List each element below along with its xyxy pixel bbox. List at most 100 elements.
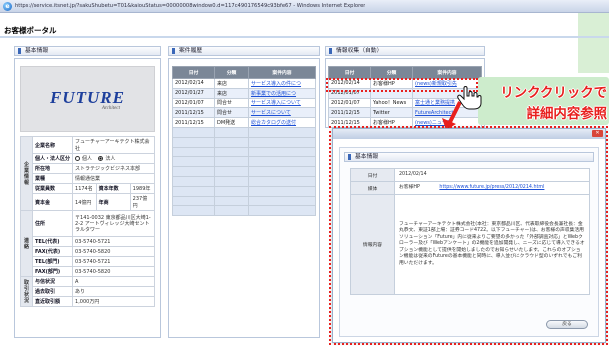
- row-type: 来店: [214, 87, 249, 99]
- company-logo: FUTURE Architect: [20, 66, 155, 132]
- table-row: 資本金 14億円 年商 237億円: [21, 193, 156, 211]
- case-history-header: 案件履歴: [168, 46, 320, 56]
- table-row: 従業員数 1174名 資本年数 1989年: [21, 183, 156, 194]
- row-date: 2011/12/15: [328, 107, 371, 119]
- table-row-empty: [172, 126, 316, 138]
- field-label: 住所: [31, 210, 74, 237]
- entity-type-radios: 個人 法人: [72, 153, 155, 164]
- field-value: 03-5740-5820: [72, 266, 155, 277]
- row-content-link[interactable]: サービスについて: [248, 107, 316, 119]
- title-divider: [0, 36, 609, 38]
- field-value: 情報通信業: [72, 173, 155, 184]
- field-label: TEL(部門): [31, 256, 74, 267]
- column-header: 日付: [172, 66, 215, 79]
- window-title: https://service.itsnet.jp/?sakuShubetu=T…: [15, 3, 366, 9]
- table-row-empty: [172, 195, 316, 207]
- field-label: 資本金: [31, 193, 74, 211]
- category-trade: 取引状況: [20, 276, 33, 307]
- field-label: 業種: [31, 173, 74, 184]
- case-history-table: 日付 分類 案件内容 2012/02/14 来店 サービス導入の件につ 2012…: [172, 66, 316, 217]
- row-date: 2012/01/27: [172, 87, 215, 99]
- table-row: 業種 情報通信業: [21, 173, 155, 184]
- table-row-empty: [172, 156, 316, 168]
- table-row: 直近取引額 1,000万円: [21, 296, 155, 307]
- field-value: 1174名: [72, 183, 97, 194]
- table-header-row: 日付 分類 案件内容: [172, 66, 316, 79]
- hand-cursor-icon: [457, 86, 482, 110]
- info-collect-heading: 情報収集（自動）: [336, 48, 383, 54]
- field-label: 個人・法人区分: [31, 153, 74, 164]
- table-row-empty: [172, 175, 316, 187]
- row-type: Yahoo！News: [370, 97, 413, 109]
- internet-explorer-icon: e: [3, 1, 12, 11]
- logo-main-text: FUTURE: [50, 87, 125, 107]
- field-label: FAX(代表): [31, 246, 74, 257]
- table-row: 2011/12/15 DM発送 総合カタログの送付: [172, 117, 316, 128]
- field-value: 03-5740-5721: [72, 236, 155, 247]
- table-row-empty: [172, 205, 316, 217]
- field-value: 03-5740-5820: [72, 246, 155, 257]
- row-content-link[interactable]: サービス導入の件につ: [248, 78, 316, 89]
- row-date: 2011/12/15: [172, 117, 215, 128]
- radio-corporation[interactable]: [98, 156, 104, 161]
- row-content-link[interactable]: サービス導入について: [248, 97, 316, 109]
- logo-sub-text: Architect: [101, 105, 120, 111]
- column-header: 案件内容: [248, 66, 316, 79]
- table-row: 企業情報 企業名称 フューチャーアーキテクト株式会社: [20, 136, 155, 211]
- category-contact: 連絡: [20, 210, 33, 277]
- field-label: 企業名称: [31, 136, 74, 154]
- column-header: 案件内容: [412, 66, 482, 79]
- field-value: 03-5740-5721: [72, 256, 155, 267]
- decorative-strip: [578, 13, 609, 73]
- basic-info-heading: 基本情報: [25, 48, 49, 54]
- table-row: 2011/12/15 問合せ サービスについて: [172, 107, 316, 119]
- table-header-row: 日付 分類 案件内容: [328, 66, 482, 79]
- row-type: 問合せ: [214, 107, 249, 119]
- table-row: FAX(代表) 03-5740-5820: [21, 246, 155, 257]
- case-history-heading: 案件履歴: [179, 48, 203, 54]
- row-content-link[interactable]: 総合カタログの送付: [248, 117, 316, 128]
- column-header: 分類: [214, 66, 249, 79]
- table-row: FAX(部門) 03-5740-5820: [21, 266, 155, 277]
- field-value: ストラテジックビジネス本部: [72, 163, 155, 174]
- table-row-empty: [172, 136, 316, 148]
- row-date: 2011/12/15: [172, 107, 215, 119]
- row-content-link[interactable]: 新事業での活用につ: [248, 87, 316, 99]
- radio-label: 個人: [82, 156, 93, 162]
- column-header: 日付: [328, 66, 371, 79]
- callout-line-2: 詳細内容参照: [526, 106, 607, 121]
- table-row-empty: [172, 185, 316, 197]
- field-label: 所在地: [31, 163, 74, 174]
- basic-info-table: 企業情報 企業名称 フューチャーアーキテクト株式会社 個人・法人区分 個人 法人…: [20, 136, 156, 307]
- row-type: 問合せ: [214, 97, 249, 109]
- radio-individual[interactable]: [75, 156, 81, 161]
- field-value: フューチャーアーキテクト株式会社: [72, 136, 155, 154]
- field-label: 従業員数: [31, 183, 74, 194]
- field-label: 資本年数: [95, 183, 131, 194]
- field-label: 年商: [95, 193, 131, 211]
- row-date: 2012/01/07: [328, 97, 371, 109]
- table-row: TEL(部門) 03-5740-5721: [21, 256, 155, 267]
- field-label: FAX(部門): [31, 266, 74, 277]
- info-collect-header: 情報収集（自動）: [325, 46, 485, 56]
- table-row: 2012/01/07 問合せ サービス導入について: [172, 97, 316, 109]
- field-value: 1989年: [129, 183, 156, 194]
- table-row: 過去取引 あり: [21, 286, 155, 297]
- row-type: 来店: [214, 78, 249, 89]
- field-value: 〒141-0032 東京都品川区大崎1-2-2 アートヴィレッジ大崎セントラルタ…: [72, 210, 155, 237]
- basic-info-header: 基本情報: [14, 46, 161, 56]
- callout-line-1: リンククリックで: [500, 85, 607, 100]
- radio-label: 法人: [105, 156, 116, 162]
- field-value: 1,000万円: [72, 296, 155, 307]
- table-row: 2012/01/27 来店 新事業での活用につ: [172, 87, 316, 99]
- category-company: 企業情報: [20, 136, 33, 211]
- table-row-empty: [172, 146, 316, 158]
- page-title: お客様ポータル: [4, 26, 57, 35]
- column-header: 分類: [370, 66, 413, 79]
- table-row: 所在地 ストラテジックビジネス本部: [21, 163, 155, 174]
- row-date: 2012/01/07: [172, 97, 215, 109]
- row-type: Twitter: [370, 107, 413, 119]
- table-row: 連絡 住所 〒141-0032 東京都品川区大崎1-2-2 アートヴィレッジ大崎…: [20, 210, 155, 277]
- field-value: A: [72, 276, 155, 287]
- field-value: あり: [72, 286, 155, 297]
